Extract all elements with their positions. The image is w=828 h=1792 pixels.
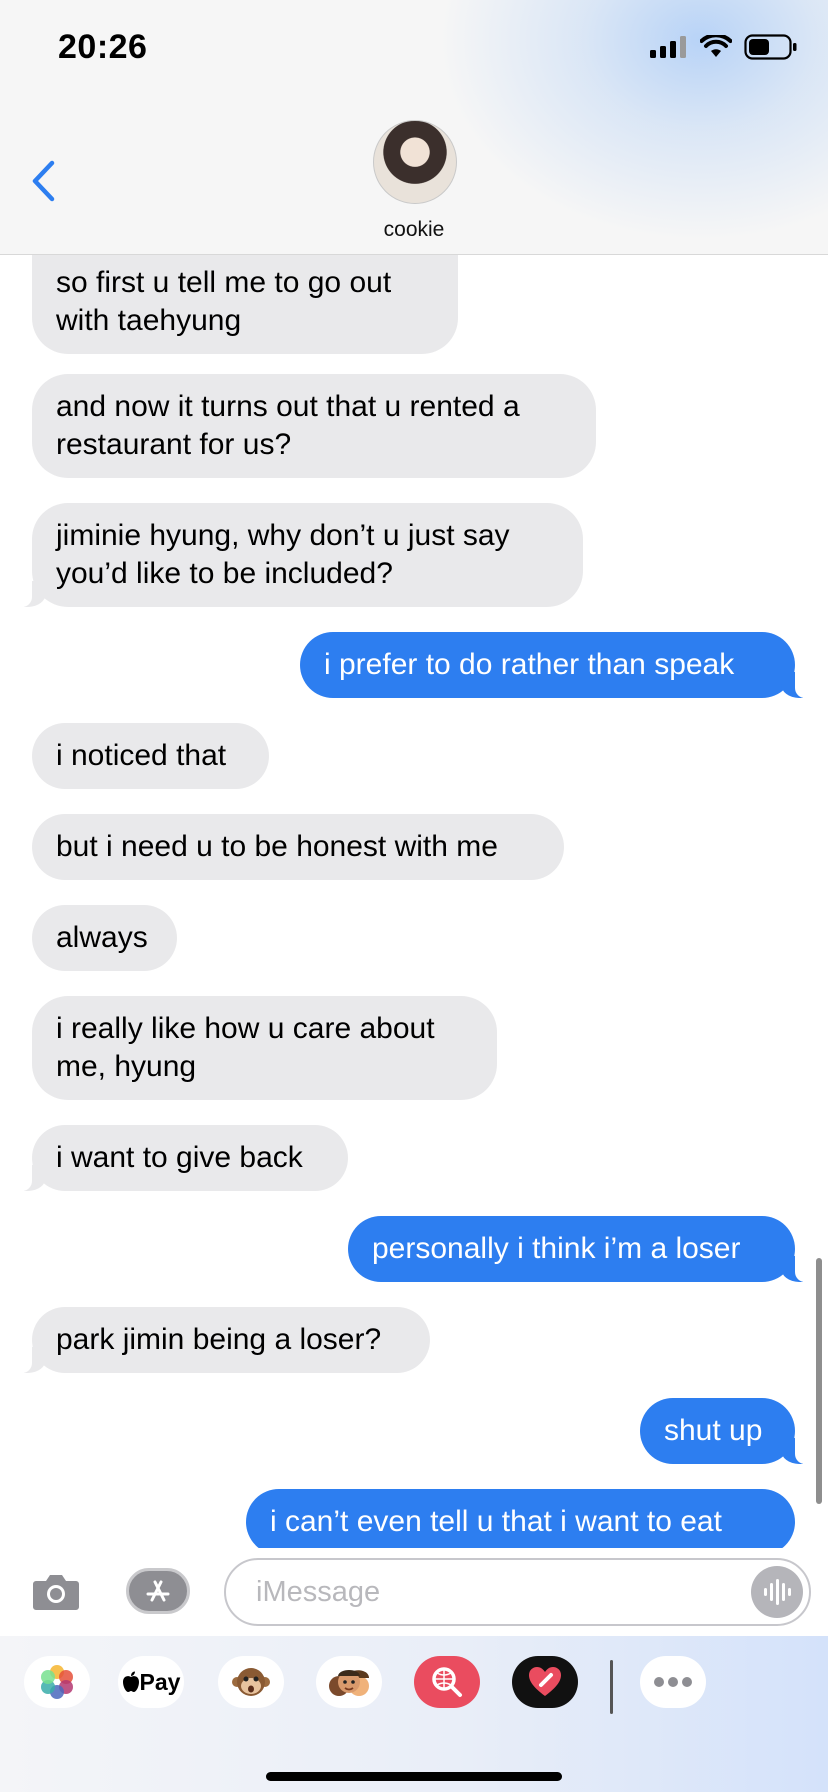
incoming-message[interactable]: jiminie hyung, why don’t u just say you’… bbox=[18, 503, 583, 607]
apple-logo-icon bbox=[122, 1671, 139, 1692]
incoming-message[interactable]: and now it turns out that u rented a res… bbox=[32, 374, 596, 478]
outgoing-message[interactable]: personally i think i’m a loser bbox=[348, 1216, 809, 1282]
conversation-header: 20:26 cookie bbox=[0, 0, 828, 255]
more-icon bbox=[654, 1677, 692, 1687]
incoming-message[interactable]: i want to give back bbox=[18, 1125, 348, 1191]
more-apps-button[interactable] bbox=[640, 1656, 706, 1708]
photos-icon bbox=[41, 1665, 73, 1699]
memoji-stickers-app[interactable] bbox=[316, 1656, 382, 1708]
apple-pay-app[interactable]: Pay bbox=[118, 1656, 184, 1708]
message-input[interactable]: iMessage bbox=[224, 1558, 811, 1626]
incoming-message[interactable]: always bbox=[32, 905, 177, 971]
waveform-icon bbox=[764, 1579, 791, 1605]
chevron-left-icon bbox=[32, 160, 55, 202]
camera-button[interactable] bbox=[32, 1571, 80, 1616]
monkey-memoji-icon bbox=[232, 1668, 270, 1696]
digital-touch-app[interactable] bbox=[512, 1656, 578, 1708]
camera-icon bbox=[33, 1575, 79, 1610]
app-store-icon bbox=[146, 1580, 170, 1602]
contact-name[interactable]: cookie bbox=[0, 218, 828, 242]
status-icons bbox=[650, 34, 798, 60]
back-button[interactable] bbox=[30, 160, 56, 207]
status-time: 20:26 bbox=[58, 28, 148, 66]
incoming-message[interactable]: so first u tell me to go out with taehyu… bbox=[32, 254, 458, 354]
cellular-signal-icon bbox=[650, 36, 686, 58]
photos-app[interactable] bbox=[24, 1656, 90, 1708]
image-search-icon bbox=[432, 1667, 462, 1697]
audio-message-button[interactable] bbox=[751, 1566, 803, 1618]
wifi-icon bbox=[700, 35, 732, 57]
incoming-message[interactable]: but i need u to be honest with me bbox=[32, 814, 564, 880]
drawer-divider bbox=[610, 1660, 613, 1714]
incoming-message[interactable]: i noticed that bbox=[32, 723, 269, 789]
outgoing-message[interactable]: i prefer to do rather than speak bbox=[300, 632, 809, 698]
app-store-button[interactable] bbox=[126, 1568, 190, 1614]
incoming-message[interactable]: park jimin being a loser? bbox=[18, 1307, 430, 1373]
apple-pay-label: Pay bbox=[139, 1668, 181, 1695]
home-indicator[interactable] bbox=[266, 1772, 562, 1781]
outgoing-message[interactable]: i can’t even tell u that i want to eat bbox=[246, 1489, 795, 1548]
digital-touch-icon bbox=[529, 1667, 561, 1696]
battery-icon bbox=[744, 34, 797, 60]
image-search-app[interactable] bbox=[414, 1656, 480, 1708]
outgoing-message[interactable]: shut up bbox=[640, 1398, 809, 1464]
monkey-memoji-app[interactable] bbox=[218, 1656, 284, 1708]
incoming-message[interactable]: i really like how u care about me, hyung bbox=[32, 996, 497, 1100]
app-drawer: Pay bbox=[0, 1636, 828, 1792]
message-input-placeholder: iMessage bbox=[256, 1576, 381, 1608]
contact-avatar[interactable] bbox=[373, 120, 457, 204]
scrollbar[interactable] bbox=[816, 1258, 822, 1504]
compose-bar: iMessage bbox=[0, 1548, 828, 1636]
memoji-stickers-icon bbox=[329, 1670, 369, 1696]
